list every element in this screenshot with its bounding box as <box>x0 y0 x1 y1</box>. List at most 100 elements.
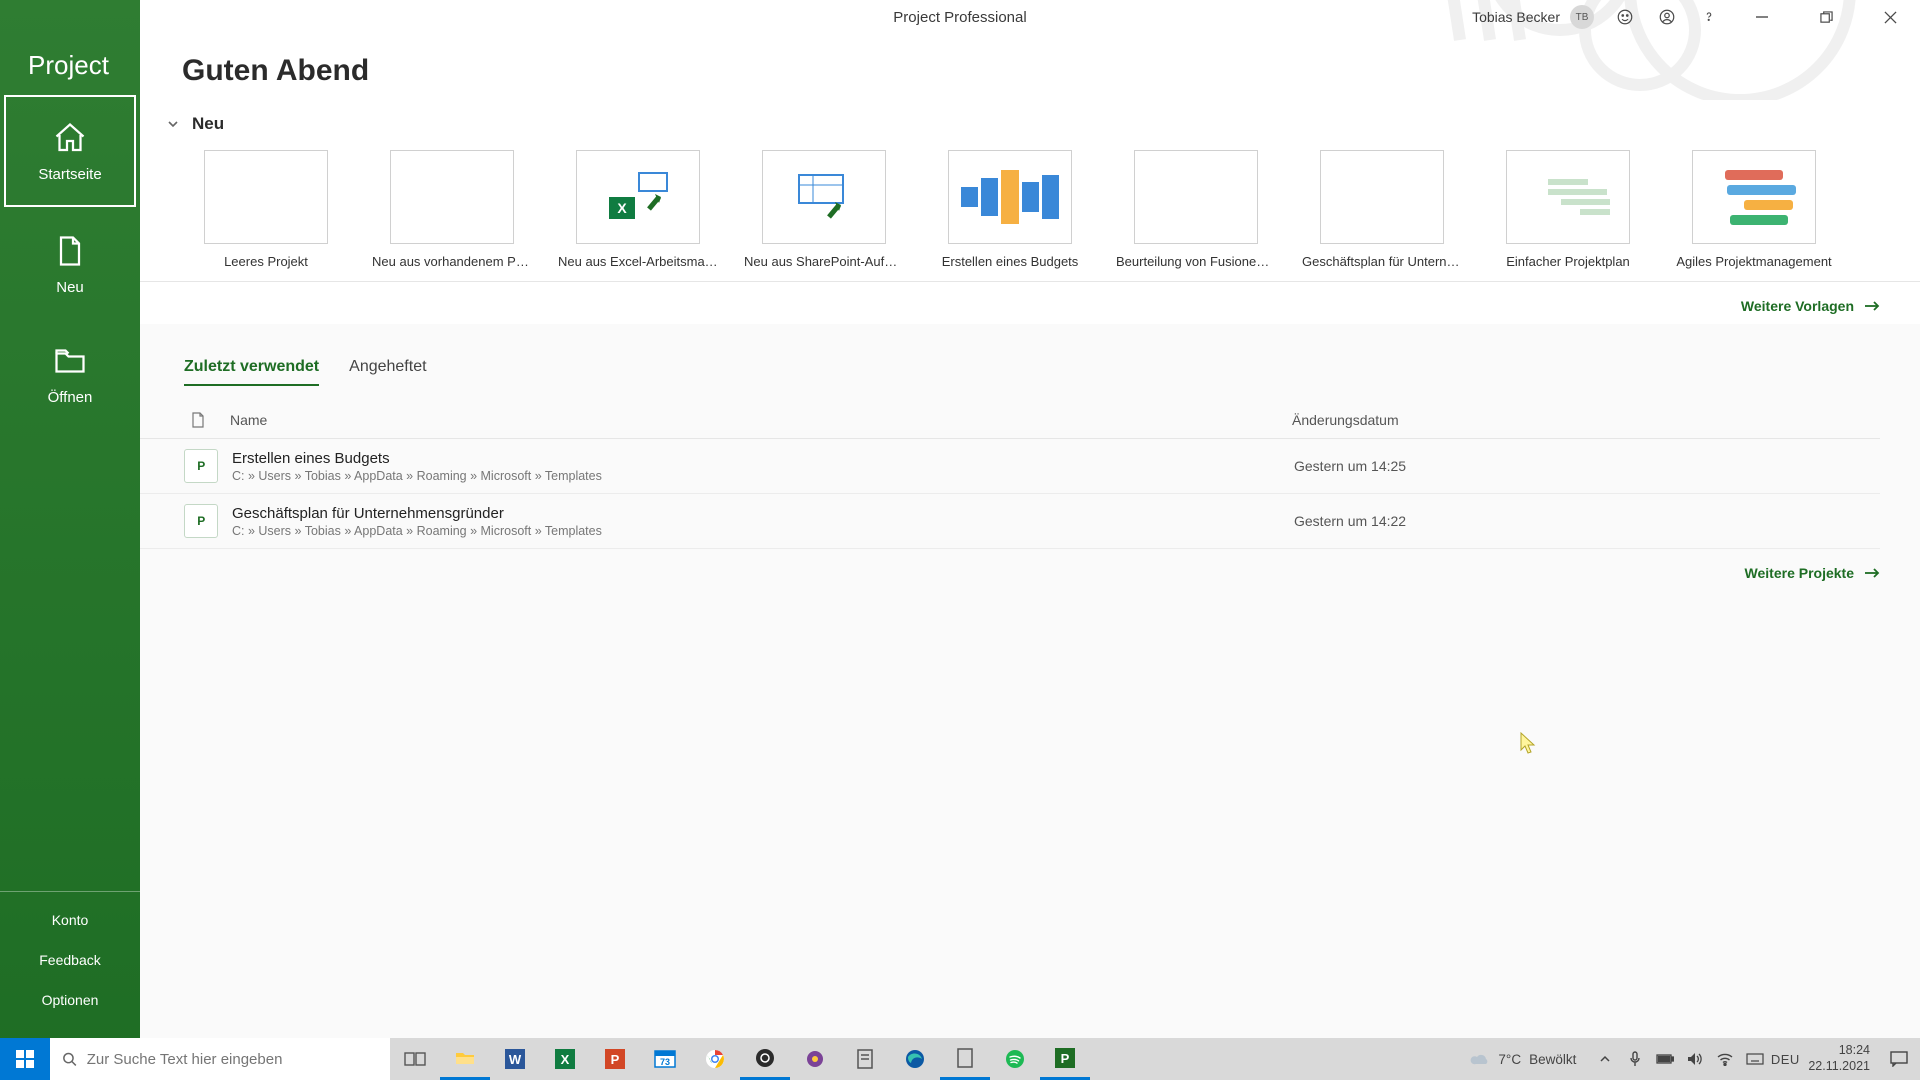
arrow-right-icon <box>1864 300 1880 312</box>
project-icon[interactable]: P <box>1040 1038 1090 1080</box>
project-file-icon: P <box>184 504 218 538</box>
chevron-down-icon[interactable] <box>164 115 182 133</box>
tab-recent[interactable]: Zuletzt verwendet <box>184 358 319 386</box>
nav-home-label: Startseite <box>38 166 101 183</box>
weather-temp: 7°C <box>1498 1052 1521 1067</box>
more-templates-label: Weitere Vorlagen <box>1741 298 1854 314</box>
file-path: C: » Users » Tobias » AppData » Roaming … <box>232 524 1294 538</box>
new-section-label: Neu <box>192 114 224 134</box>
excel-icon[interactable]: X <box>540 1038 590 1080</box>
template-thumb <box>1320 150 1444 244</box>
new-section-header: Neu <box>140 102 1920 144</box>
project-file-icon: P <box>184 449 218 483</box>
template-thumb <box>1506 150 1630 244</box>
recent-file-row[interactable]: P Erstellen eines Budgets C: » Users » T… <box>140 439 1880 494</box>
obs-icon[interactable] <box>740 1038 790 1080</box>
user-avatar-badge[interactable]: TB <box>1570 5 1594 29</box>
recent-tabs: Zuletzt verwendet Angeheftet <box>140 324 1920 386</box>
nav-open[interactable]: Öffnen <box>0 319 140 429</box>
start-button[interactable] <box>0 1038 50 1080</box>
template-agile[interactable]: Agiles Projektmanagement <box>1692 150 1816 269</box>
keyboard-icon[interactable] <box>1740 1038 1770 1080</box>
app-icon[interactable] <box>840 1038 890 1080</box>
nav-open-label: Öffnen <box>48 389 93 406</box>
template-thumb: X <box>576 150 700 244</box>
file-name: Erstellen eines Budgets <box>232 450 1294 467</box>
template-thumb <box>204 150 328 244</box>
taskbar-search-input[interactable] <box>87 1051 378 1068</box>
action-center-icon[interactable] <box>1878 1038 1920 1080</box>
column-name[interactable]: Name <box>212 412 1292 428</box>
template-thumb <box>948 150 1072 244</box>
template-budget[interactable]: Erstellen eines Budgets <box>948 150 1072 269</box>
nav-feedback[interactable]: Feedback <box>0 940 140 980</box>
svg-text:X: X <box>617 200 627 216</box>
file-explorer-icon[interactable] <box>440 1038 490 1080</box>
template-caption: Leeres Projekt <box>186 254 346 269</box>
volume-icon[interactable] <box>1680 1038 1710 1080</box>
taskbar-search[interactable] <box>50 1038 390 1080</box>
nav-options[interactable]: Optionen <box>0 980 140 1020</box>
template-from-excel[interactable]: X Neu aus Excel-Arbeitsmappe <box>576 150 700 269</box>
template-caption: Geschäftsplan für Unterneh... <box>1302 254 1462 269</box>
nav-account[interactable]: Konto <box>0 900 140 940</box>
window-minimize-button[interactable] <box>1732 0 1792 34</box>
spotify-icon[interactable] <box>990 1038 1040 1080</box>
more-templates-link[interactable]: Weitere Vorlagen <box>140 282 1920 324</box>
tab-pinned[interactable]: Angeheftet <box>349 358 426 386</box>
emoji-icon[interactable] <box>1606 0 1644 34</box>
template-from-sharepoint[interactable]: Neu aus SharePoint-Aufgab... <box>762 150 886 269</box>
more-projects-label: Weitere Projekte <box>1745 565 1854 581</box>
template-blank[interactable]: Leeres Projekt <box>204 150 328 269</box>
user-name[interactable]: Tobias Becker <box>1466 9 1566 25</box>
nav-new-label: Neu <box>56 279 84 296</box>
window-maximize-button[interactable] <box>1796 0 1856 34</box>
template-caption: Beurteilung von Fusionen un... <box>1116 254 1276 269</box>
document-icon <box>184 412 212 428</box>
calendar-icon[interactable]: 73 <box>640 1038 690 1080</box>
app-icon[interactable] <box>790 1038 840 1080</box>
titlebar: Project Professional Tobias Becker TB <box>0 0 1920 34</box>
brand-label: Project <box>0 34 140 93</box>
taskbar-pinned-apps: W X P 73 P <box>390 1038 1090 1080</box>
chrome-icon[interactable] <box>690 1038 740 1080</box>
column-date[interactable]: Änderungsdatum <box>1292 412 1880 428</box>
template-thumb <box>1134 150 1258 244</box>
template-merger[interactable]: Beurteilung von Fusionen un... <box>1134 150 1258 269</box>
more-projects-link[interactable]: Weitere Projekte <box>140 549 1920 591</box>
weather-text: Bewölkt <box>1529 1052 1576 1067</box>
nav-new[interactable]: Neu <box>0 209 140 319</box>
template-business-plan[interactable]: Geschäftsplan für Unterneh... <box>1320 150 1444 269</box>
template-from-existing[interactable]: Neu aus vorhandenem Projekt <box>390 150 514 269</box>
wifi-icon[interactable] <box>1710 1038 1740 1080</box>
app-title: Project Professional <box>893 9 1026 26</box>
recent-list-header: Name Änderungsdatum <box>140 398 1880 439</box>
edge-icon[interactable] <box>890 1038 940 1080</box>
powerpoint-icon[interactable]: P <box>590 1038 640 1080</box>
search-icon <box>62 1051 77 1067</box>
template-caption: Neu aus vorhandenem Projekt <box>372 254 532 269</box>
task-view-icon[interactable] <box>390 1038 440 1080</box>
window-close-button[interactable] <box>1860 0 1920 34</box>
nav-home[interactable]: Startseite <box>4 95 136 207</box>
svg-text:73: 73 <box>660 1057 670 1067</box>
battery-icon[interactable] <box>1650 1038 1680 1080</box>
template-thumb <box>1692 150 1816 244</box>
word-icon[interactable]: W <box>490 1038 540 1080</box>
main-content: Guten Abend Neu Leeres Projekt Neu aus v… <box>140 34 1920 1038</box>
recent-file-row[interactable]: P Geschäftsplan für Unternehmensgründer … <box>140 494 1880 549</box>
svg-text:P: P <box>1061 1051 1070 1066</box>
taskbar-clock[interactable]: 18:24 22.11.2021 <box>1800 1038 1878 1080</box>
template-caption: Einfacher Projektplan <box>1488 254 1648 269</box>
file-date: Gestern um 14:25 <box>1294 458 1406 474</box>
tray-expand-icon[interactable] <box>1590 1038 1620 1080</box>
input-language[interactable]: DEU <box>1770 1038 1800 1080</box>
weather-widget[interactable]: 7°C Bewölkt <box>1456 1038 1590 1080</box>
help-icon[interactable] <box>1690 0 1728 34</box>
template-simple-plan[interactable]: Einfacher Projektplan <box>1506 150 1630 269</box>
taskbar: W X P 73 P 7°C Bewölkt DEU 18:24 22.11.2… <box>0 1038 1920 1080</box>
microphone-icon[interactable] <box>1620 1038 1650 1080</box>
account-icon[interactable] <box>1648 0 1686 34</box>
template-gallery: Leeres Projekt Neu aus vorhandenem Proje… <box>140 144 1920 282</box>
app-icon[interactable] <box>940 1038 990 1080</box>
